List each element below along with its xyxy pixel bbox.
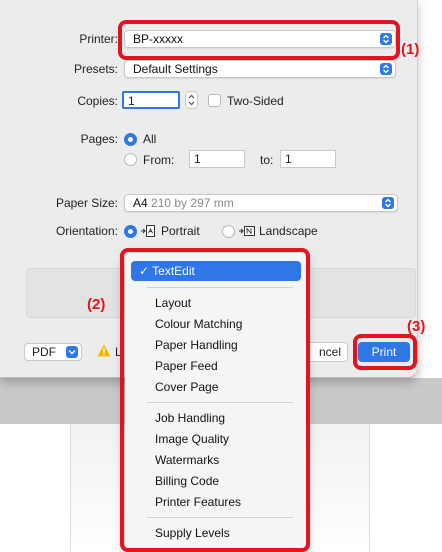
popup-arrows-icon xyxy=(382,197,394,209)
popup-arrows-icon xyxy=(380,63,392,75)
annotation-box-menu xyxy=(120,248,310,552)
copies-stepper[interactable] xyxy=(185,91,198,109)
warning-icon xyxy=(97,344,111,357)
two-sided-label: Two-Sided xyxy=(227,94,284,108)
orientation-label: Orientation: xyxy=(55,224,118,238)
annotation-label-3: (3) xyxy=(407,318,426,335)
portrait-radio[interactable] xyxy=(124,225,137,238)
stepper-arrows-icon xyxy=(188,94,195,106)
pdf-button[interactable]: PDF xyxy=(24,343,82,361)
two-sided-checkbox[interactable] xyxy=(208,94,221,107)
presets-value: Default Settings xyxy=(133,62,218,76)
landscape-icon xyxy=(239,226,255,236)
chevron-down-icon xyxy=(66,346,78,358)
printer-label: Printer: xyxy=(79,32,118,46)
pages-all-label: All xyxy=(143,132,157,146)
presets-label: Presets: xyxy=(73,62,118,76)
pages-from-label: From: xyxy=(143,153,175,167)
copies-field[interactable]: 1 xyxy=(122,91,180,109)
presets-popup[interactable]: Default Settings xyxy=(124,60,396,78)
paper-size-value: A4 xyxy=(133,196,148,210)
portrait-icon xyxy=(141,225,155,237)
pdf-label: PDF xyxy=(32,345,56,359)
landscape-radio[interactable] xyxy=(222,225,235,238)
annotation-label-1: (1) xyxy=(401,41,420,58)
paper-size-label: Paper Size: xyxy=(55,196,118,210)
portrait-label: Portrait xyxy=(161,224,200,238)
pages-to-label: to: xyxy=(260,153,274,167)
copies-label: Copies: xyxy=(77,94,118,108)
paper-size-popup[interactable]: A4 210 by 297 mm xyxy=(124,194,398,212)
pages-from-radio[interactable] xyxy=(124,153,137,166)
pages-to-field[interactable]: 1 xyxy=(280,150,336,168)
landscape-label: Landscape xyxy=(259,224,318,238)
pages-label: Pages: xyxy=(80,132,118,146)
paper-size-dimensions: 210 by 297 mm xyxy=(151,196,234,210)
pages-all-radio[interactable] xyxy=(124,133,137,146)
annotation-box-print xyxy=(353,334,417,370)
annotation-label-2: (2) xyxy=(87,296,106,313)
annotation-box-printer xyxy=(118,20,400,60)
pages-from-field[interactable]: 1 xyxy=(189,150,245,168)
